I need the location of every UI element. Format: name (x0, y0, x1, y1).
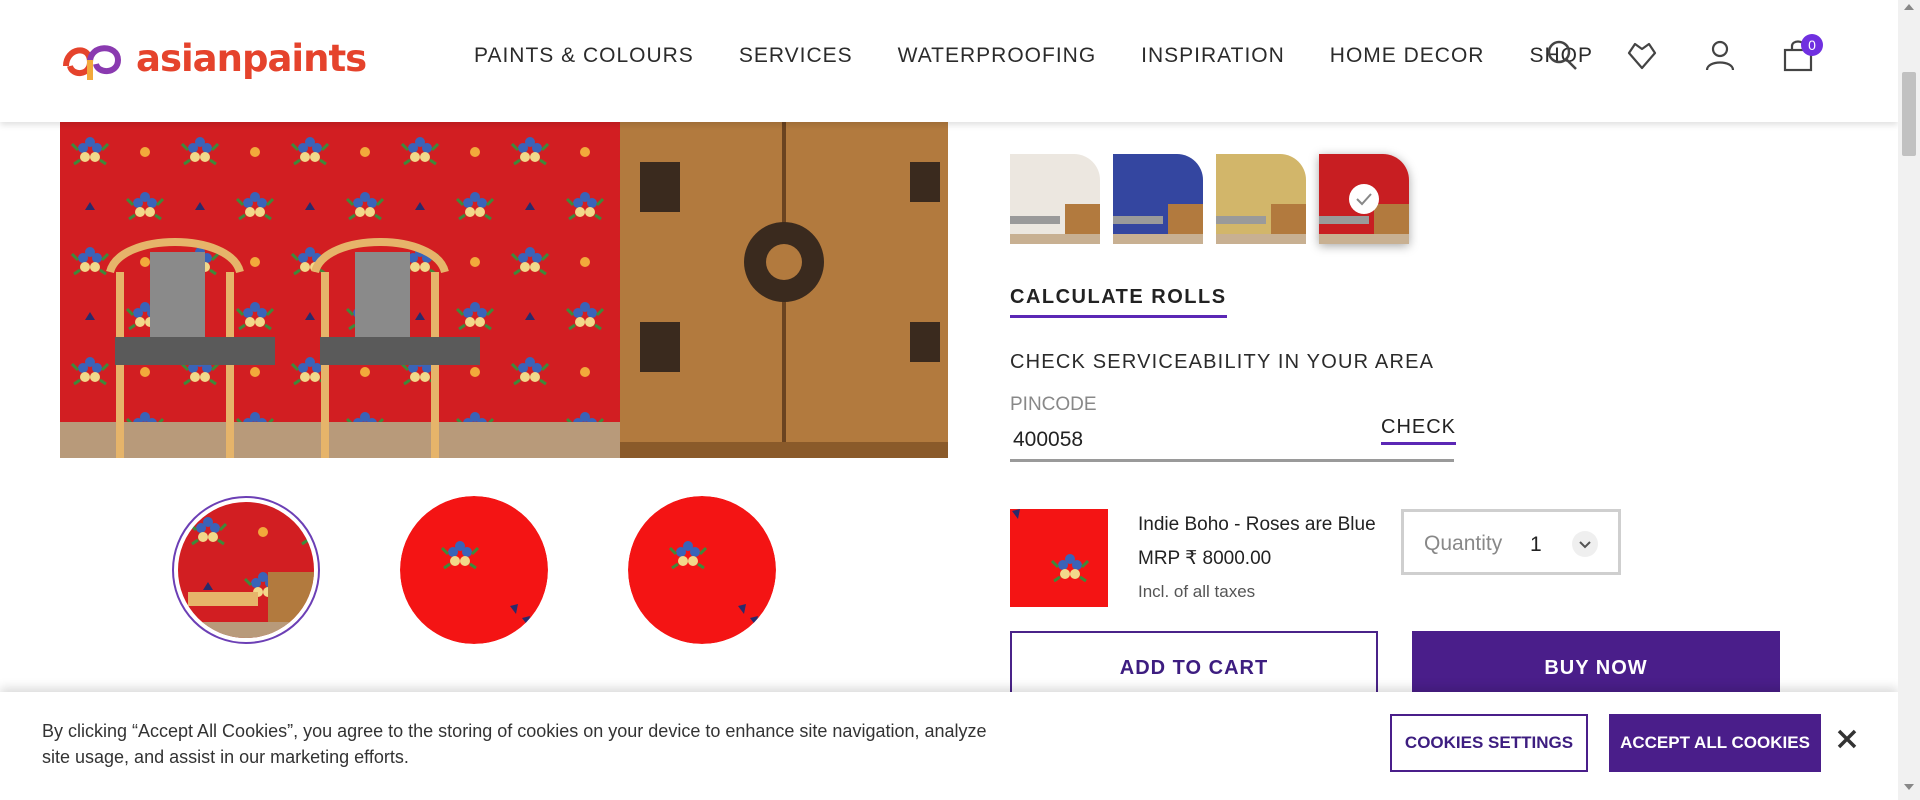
brand-logo[interactable]: asianpaints (60, 36, 367, 80)
scroll-up-icon[interactable] (1904, 4, 1914, 10)
cookie-settings-button[interactable]: COOKIES SETTINGS (1390, 714, 1588, 772)
swatch-gold[interactable] (1216, 154, 1306, 244)
quantity-label: Quantity (1424, 532, 1503, 555)
nav-paints-colours[interactable]: PAINTS & COLOURS (474, 44, 694, 68)
thumbnail-image (400, 496, 548, 644)
tax-note: Incl. of all taxes (1138, 582, 1256, 601)
quantity-value: 1 (1530, 533, 1542, 556)
swatch-image (1010, 154, 1100, 244)
thumbnail-pattern-2[interactable] (628, 496, 776, 644)
page-scrollbar[interactable] (1898, 0, 1920, 800)
swatch-image (1216, 154, 1306, 244)
cookie-message: By clicking “Accept All Cookies”, you ag… (42, 721, 987, 767)
cart-count-badge: 0 (1801, 34, 1823, 56)
swatch-image (1319, 154, 1409, 244)
scroll-down-icon[interactable] (1904, 784, 1914, 790)
scrollbar-thumb[interactable] (1902, 72, 1916, 156)
swatch-red[interactable] (1319, 154, 1409, 244)
thumbnail-room-view[interactable] (172, 496, 320, 644)
nav-home-decor[interactable]: HOME DECOR (1330, 44, 1485, 68)
search-icon[interactable] (1545, 38, 1579, 72)
nav-services[interactable]: SERVICES (739, 44, 853, 68)
cart-product-thumbnail (1010, 509, 1108, 607)
main-nav: PAINTS & COLOURS SERVICES WATERPROOFING … (474, 44, 1593, 68)
calculate-rolls-link[interactable]: CALCULATE ROLLS (1010, 286, 1227, 318)
product-price: MRP ₹ 8000.00 (1138, 548, 1272, 569)
user-icon[interactable] (1703, 38, 1737, 72)
swatch-white[interactable] (1010, 154, 1100, 244)
check-pincode-button[interactable]: CHECK (1381, 416, 1457, 445)
chevron-down-icon (1572, 531, 1598, 557)
cookie-banner: By clicking “Accept All Cookies”, you ag… (0, 692, 1898, 800)
heart-icon[interactable] (1625, 38, 1659, 72)
quantity-select[interactable]: Quantity 1 (1401, 509, 1621, 575)
nav-inspiration[interactable]: INSPIRATION (1141, 44, 1285, 68)
thumbnail-pattern-1[interactable] (400, 496, 548, 644)
logo-mark-icon (63, 45, 122, 80)
logo-text: asianpaints (136, 36, 367, 80)
serviceability-title: CHECK SERVICEABILITY IN YOUR AREA (1010, 351, 1435, 373)
nav-waterproofing[interactable]: WATERPROOFING (898, 44, 1097, 68)
site-header: asianpaints PAINTS & COLOURS SERVICES WA… (0, 0, 1898, 122)
thumbnail-image (178, 502, 314, 638)
product-name: Indie Boho - Roses are Blue (1138, 514, 1376, 535)
close-icon[interactable] (1834, 726, 1860, 752)
product-page: asianpaints PAINTS & COLOURS SERVICES WA… (0, 0, 1920, 800)
swatch-image (1113, 154, 1203, 244)
main-product-image[interactable] (60, 122, 948, 458)
room-scene-image (60, 122, 948, 458)
product-image (1010, 509, 1108, 607)
thumbnail-image (628, 496, 776, 644)
accept-all-cookies-button[interactable]: ACCEPT ALL COOKIES (1609, 714, 1821, 772)
cart-button[interactable]: 0 (1781, 34, 1823, 72)
swatch-blue[interactable] (1113, 154, 1203, 244)
pincode-label: PINCODE (1010, 394, 1097, 415)
